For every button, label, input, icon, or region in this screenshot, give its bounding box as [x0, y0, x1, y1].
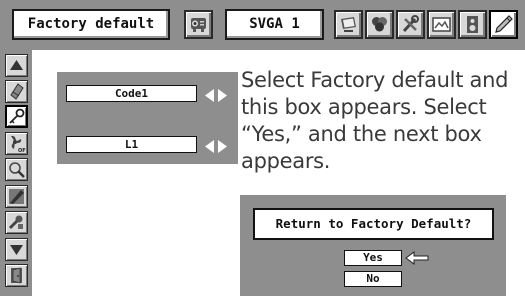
- projector-icon[interactable]: [184, 10, 213, 39]
- setting-icon[interactable]: [489, 10, 518, 39]
- eraser-icon[interactable]: [5, 80, 28, 103]
- key-icon[interactable]: [5, 105, 28, 128]
- brush-icon[interactable]: [5, 158, 28, 181]
- instruction-text: Select Factory default and this box appe…: [241, 68, 509, 173]
- factory-default-dialog: Return to Factory Default? Yes No: [240, 195, 506, 296]
- yes-button[interactable]: Yes: [344, 250, 402, 266]
- sound-icon[interactable]: [458, 10, 487, 39]
- level-adjust-arrows-icon[interactable]: [204, 138, 228, 153]
- side-menu: OFF: [0, 50, 32, 296]
- svg-text:OFF: OFF: [18, 148, 26, 153]
- color-icon[interactable]: [365, 10, 394, 39]
- code-field[interactable]: Code1: [66, 85, 197, 102]
- tools-icon[interactable]: [396, 10, 425, 39]
- code-adjust-arrows-icon[interactable]: [204, 87, 228, 102]
- tool-icon[interactable]: [5, 211, 28, 234]
- code-submenu: Code1 L1: [57, 72, 238, 164]
- exit-icon[interactable]: [5, 264, 28, 287]
- up-arrow-icon[interactable]: [5, 54, 28, 77]
- dialog-title: Return to Factory Default?: [253, 208, 494, 240]
- input-label: SVGA 1: [225, 9, 324, 40]
- level-field[interactable]: L1: [66, 136, 197, 153]
- monitor-icon[interactable]: [334, 10, 363, 39]
- pencil-icon[interactable]: [5, 185, 28, 208]
- top-menu-bar: Factory default SVGA 1: [0, 0, 525, 50]
- pointer-arrow-icon: [405, 250, 429, 266]
- fan-off-icon[interactable]: OFF: [5, 132, 28, 155]
- down-arrow-icon[interactable]: [5, 238, 28, 261]
- mode-label: Factory default: [12, 9, 170, 40]
- screen-icon[interactable]: [427, 10, 456, 39]
- no-button[interactable]: No: [344, 271, 402, 287]
